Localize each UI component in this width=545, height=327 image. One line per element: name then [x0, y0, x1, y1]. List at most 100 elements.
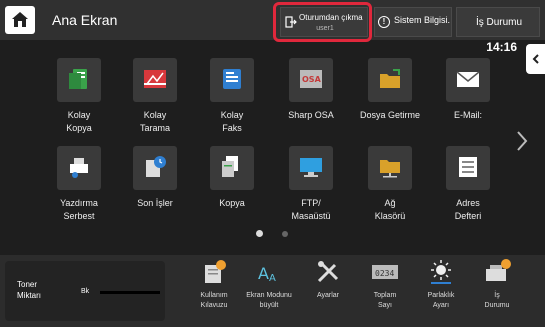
tool-icon-box: AA: [254, 257, 284, 285]
app-easy-fax[interactable]: Kolay Faks: [192, 58, 272, 135]
easy-copy-icon: [69, 69, 87, 89]
app-address-book[interactable]: Adres Defteri: [428, 146, 508, 223]
screen-title: Ana Ekran: [52, 12, 118, 28]
tool-icon-box: [199, 257, 229, 285]
app-label: FTP/ Masaüstü: [271, 197, 351, 223]
toner-status: Toner Miktarı Bk: [5, 261, 165, 321]
app-easy-scan[interactable]: Kolay Tarama: [115, 58, 195, 135]
app-label-line1: Kolay: [143, 110, 167, 120]
tool-icon-box: [482, 257, 512, 285]
app-label-line2: Kopya: [66, 123, 92, 133]
logout-label: Oturumdan çıkma: [299, 13, 363, 22]
app-label: Kolay Faks: [192, 109, 272, 135]
tool-label-line1: Parlaklık: [427, 292, 455, 299]
app-easy-copy[interactable]: Kolay Kopya: [39, 58, 119, 135]
ftp-desktop-icon: [300, 158, 322, 177]
top-bar: Ana Ekran Oturumdan çıkma user1 ! Sistem…: [0, 0, 545, 42]
app-tile: [57, 146, 101, 190]
svg-text:A: A: [269, 273, 276, 284]
chevron-left-icon: [532, 54, 539, 64]
easy-scan-icon: [144, 70, 166, 88]
tool-label: Ekran Modunu büyült: [238, 291, 300, 311]
app-label-line2: Tarama: [139, 123, 170, 133]
job-status-button[interactable]: İş Durumu: [456, 7, 540, 37]
tool-label-line2: Durumu: [484, 302, 510, 309]
next-page-arrow-icon[interactable]: [515, 130, 529, 152]
app-copy[interactable]: Kopya: [192, 146, 272, 210]
settings-icon: [317, 261, 339, 283]
tool-icon-box: [313, 257, 343, 285]
app-tile: [368, 146, 412, 190]
app-tile: [133, 58, 177, 102]
app-ftp-desktop[interactable]: FTP/ Masaüstü: [271, 146, 351, 223]
app-label-line1: Son İşler: [137, 198, 173, 208]
bottom-bar: Toner Miktarı Bk Kullanım Kılavuzu AA Ek…: [0, 255, 545, 327]
user-guide-icon: [205, 260, 226, 283]
app-label: E-Mail:: [428, 109, 508, 122]
sharp-osa-icon: OSA: [300, 70, 322, 88]
tool-label-line2: büyült: [259, 302, 279, 309]
app-recent-jobs[interactable]: Son İşler: [115, 146, 195, 210]
app-tile: OSA: [289, 58, 333, 102]
app-label-line1: E-Mail:: [453, 110, 482, 120]
app-label-line1: Kolay: [220, 110, 244, 120]
total-count-icon: 0234: [372, 265, 398, 279]
app-label: Adres Defteri: [428, 197, 508, 223]
file-retrieve-icon: [380, 69, 400, 88]
system-info-button[interactable]: ! Sistem Bilgisi.: [374, 7, 452, 37]
app-label-line2: Defteri: [454, 211, 482, 221]
tool-job-status[interactable]: İş Durumu: [466, 257, 528, 311]
tool-total-count[interactable]: 0234 Toplam Sayı: [354, 257, 416, 311]
app-label-line1: FTP/: [301, 198, 321, 208]
logout-button[interactable]: Oturumdan çıkma user1: [280, 7, 368, 37]
app-file-retrieve[interactable]: Dosya Getirme: [350, 58, 430, 122]
tool-label: Ayarlar: [297, 291, 359, 301]
app-sharp-osa[interactable]: OSA Sharp OSA: [271, 58, 351, 122]
tool-brightness[interactable]: Parlaklık Ayarı: [410, 257, 472, 311]
app-label: Kolay Kopya: [39, 109, 119, 135]
side-panel-tab[interactable]: [526, 44, 545, 74]
enlarge-display-icon: AA: [258, 264, 276, 284]
toner-color-label: Bk: [81, 288, 90, 295]
app-label-line1: Kolay: [67, 110, 91, 120]
svg-text:A: A: [258, 264, 269, 283]
tool-label: İş Durumu: [466, 291, 528, 311]
recent-jobs-icon: [146, 156, 166, 177]
app-label-line1: Kopya: [219, 198, 245, 208]
tool-label-line2: Sayı: [377, 302, 392, 309]
easy-fax-icon: [223, 69, 241, 89]
app-label-line1: Adres: [456, 198, 480, 208]
pager-dot[interactable]: [282, 231, 288, 237]
user-name: user1: [316, 25, 334, 32]
tool-enlarge-display[interactable]: AA Ekran Modunu büyült: [238, 257, 300, 311]
tool-icon-box: 0234: [370, 257, 400, 285]
app-label-line2: Masaüstü: [291, 211, 331, 221]
home-button[interactable]: [5, 6, 35, 34]
app-network-folder[interactable]: Ağ Klasörü: [350, 146, 430, 223]
system-info-label: Sistem Bilgisi.: [394, 15, 451, 25]
tool-label-line2: Kılavuzu: [200, 302, 228, 309]
print-release-icon: [70, 158, 88, 178]
app-label-line1: Dosya Getirme: [359, 110, 421, 120]
app-print-release[interactable]: Yazdırma Serbest: [39, 146, 119, 223]
app-tile: [133, 146, 177, 190]
app-label-line1: Yazdırma: [60, 198, 98, 208]
tool-user-guide[interactable]: Kullanım Kılavuzu: [183, 257, 245, 311]
app-label-line2: Klasörü: [374, 211, 406, 221]
job-status-label: İş Durumu: [475, 17, 523, 28]
app-tile: [210, 58, 254, 102]
app-label-line2: Faks: [222, 123, 242, 133]
tool-settings[interactable]: Ayarlar: [297, 257, 359, 301]
app-label: Son İşler: [115, 197, 195, 210]
brightness-icon: [431, 260, 451, 284]
clock: 14:16: [486, 40, 517, 54]
info-icon: !: [378, 16, 390, 28]
tool-label-line1: Ayarlar: [316, 292, 340, 299]
app-label-line1: Ağ: [384, 198, 396, 208]
job-status-icon: [486, 259, 511, 281]
pager-dot-active[interactable]: [256, 230, 263, 237]
app-tile: [289, 146, 333, 190]
email-icon: [456, 71, 480, 87]
app-email[interactable]: E-Mail:: [428, 58, 508, 122]
tool-label-line1: Ekran Modunu: [246, 292, 292, 299]
